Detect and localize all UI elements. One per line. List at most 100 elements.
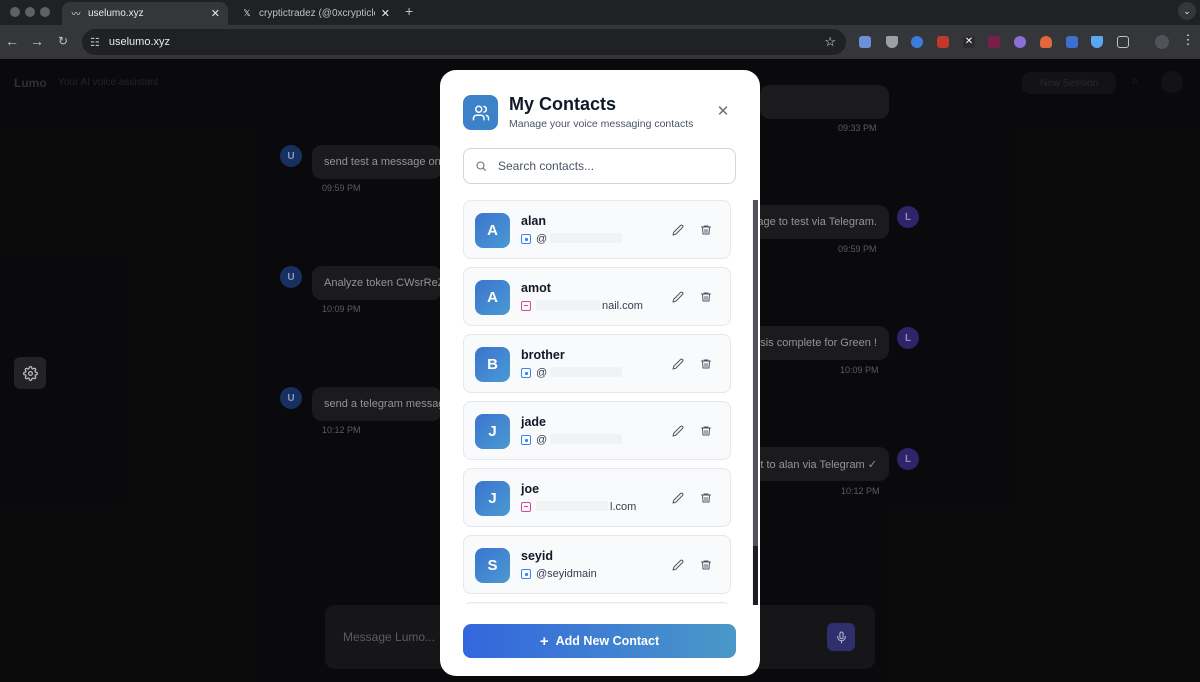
translate-extension-icon[interactable] <box>859 36 871 48</box>
delete-contact-button[interactable] <box>698 490 714 506</box>
contact-card[interactable]: A alan @ <box>463 200 731 259</box>
profile-avatar[interactable] <box>1155 35 1169 49</box>
contacts-header-icon <box>463 95 498 130</box>
contact-card[interactable]: S seyid @seyidmain <box>463 535 731 594</box>
contacts-list: A alan @ A amot nail.com B brother @ J j… <box>463 200 737 604</box>
delete-contact-button[interactable] <box>698 356 714 372</box>
grid-extension-icon[interactable] <box>1066 36 1078 48</box>
site-settings-icon[interactable]: ☷ <box>90 36 100 49</box>
globe-extension-icon[interactable] <box>911 36 923 48</box>
tab-title: uselumo.xyz <box>88 8 144 19</box>
browser-menu-icon[interactable]: ⋮ <box>1180 32 1196 48</box>
edit-contact-button[interactable] <box>670 222 686 238</box>
back-arrow-icon[interactable]: ← <box>4 33 20 49</box>
wallet-extension-icon[interactable] <box>1014 36 1026 48</box>
window-zoom-dot[interactable] <box>40 7 50 17</box>
contact-avatar: J <box>475 481 510 516</box>
edit-contact-button[interactable] <box>670 557 686 573</box>
hex-extension-icon[interactable] <box>988 36 1000 48</box>
lock-extension-icon[interactable] <box>937 36 949 48</box>
email-icon <box>521 301 531 311</box>
add-new-contact-button[interactable]: + Add New Contact <box>463 624 736 658</box>
search-box[interactable] <box>463 148 736 184</box>
trash-icon <box>701 493 711 503</box>
redacted-text <box>550 233 623 243</box>
plus-icon: + <box>539 632 549 650</box>
pencil-icon <box>672 425 684 437</box>
contact-card[interactable]: A amot nail.com <box>463 267 731 326</box>
contact-handle: @ <box>536 233 623 245</box>
contact-avatar: B <box>475 347 510 382</box>
pencil-icon <box>672 492 684 504</box>
tab-cryptictradez[interactable]: 𝕏 cryptictradez (@0xcrypticlod ✕ <box>233 2 398 25</box>
delete-contact-button[interactable] <box>698 423 714 439</box>
trash-icon <box>701 359 711 369</box>
contacts-scrollbar-thumb[interactable] <box>753 200 758 546</box>
contact-handle: @ <box>536 434 623 446</box>
pencil-icon <box>672 358 684 370</box>
contact-handle: @seyidmain <box>536 568 597 580</box>
edit-contact-button[interactable] <box>670 423 686 439</box>
contact-card[interactable]: J joe l.com <box>463 468 731 527</box>
edit-contact-button[interactable] <box>670 289 686 305</box>
redacted-text <box>550 434 623 444</box>
redacted-text <box>536 501 608 511</box>
contacts-modal: My Contacts Manage your voice messaging … <box>440 70 760 676</box>
contact-card[interactable]: B brother @ <box>463 334 731 393</box>
trash-icon <box>701 225 711 235</box>
users-icon <box>472 105 489 120</box>
contact-name: joe <box>521 482 540 496</box>
close-icon[interactable]: ✕ <box>716 103 730 121</box>
browser-toolbar: ← → ↻ ☷ uselumo.xyz ☆ ✕ ⋮ <box>0 25 1200 59</box>
contact-avatar: J <box>475 414 510 449</box>
contact-handle: nail.com <box>536 300 643 312</box>
contact-name: seyid <box>521 549 553 563</box>
contact-avatar: A <box>475 213 510 248</box>
tab-uselumo[interactable]: 〰 uselumo.xyz ✕ <box>62 2 228 25</box>
edit-contact-button[interactable] <box>670 490 686 506</box>
modal-subtitle: Manage your voice messaging contacts <box>509 118 694 130</box>
trash-icon <box>701 560 711 570</box>
bookmark-star-icon[interactable]: ☆ <box>824 34 836 50</box>
delete-contact-button[interactable] <box>698 557 714 573</box>
delete-contact-button[interactable] <box>698 222 714 238</box>
contact-card[interactable]: J jade @ <box>463 401 731 460</box>
address-url[interactable]: uselumo.xyz <box>109 36 824 48</box>
fox-extension-icon[interactable] <box>1040 36 1052 48</box>
pencil-icon <box>672 291 684 303</box>
shield-extension-icon[interactable] <box>886 36 898 48</box>
search-icon <box>476 161 487 172</box>
contact-name: alan <box>521 214 547 228</box>
diamond-extension-icon[interactable] <box>1091 36 1103 48</box>
redacted-text <box>536 300 600 310</box>
address-bar[interactable]: ☷ uselumo.xyz ☆ <box>82 29 846 55</box>
reload-icon[interactable]: ↻ <box>55 34 71 48</box>
contact-card[interactable] <box>463 602 731 604</box>
telegram-icon <box>521 435 531 445</box>
delete-contact-button[interactable] <box>698 289 714 305</box>
contact-avatar: A <box>475 280 510 315</box>
pencil-icon <box>672 559 684 571</box>
tab-search-chevron-icon[interactable]: ⌄ <box>1178 2 1196 20</box>
contact-avatar: S <box>475 548 510 583</box>
window-minimize-dot[interactable] <box>25 7 35 17</box>
redacted-text <box>550 367 623 377</box>
tab-close-icon[interactable]: ✕ <box>381 7 390 20</box>
contacts-scrollbar-lower <box>753 546 758 605</box>
contact-name: jade <box>521 415 547 429</box>
contact-handle: @ <box>536 367 623 379</box>
add-new-contact-label: Add New Contact <box>555 634 660 648</box>
puzzle-extensions-icon[interactable] <box>1117 36 1129 48</box>
search-contacts-input[interactable] <box>498 159 718 173</box>
contact-name: amot <box>521 281 551 295</box>
contact-handle: l.com <box>536 501 636 513</box>
new-tab-button[interactable]: + <box>405 3 413 19</box>
window-close-dot[interactable] <box>10 7 20 17</box>
forward-arrow-icon[interactable]: → <box>29 33 45 49</box>
edit-contact-button[interactable] <box>670 356 686 372</box>
pencil-icon <box>672 224 684 236</box>
tab-close-icon[interactable]: ✕ <box>211 7 220 20</box>
trash-icon <box>701 426 711 436</box>
tab-title: cryptictradez (@0xcrypticlod <box>259 8 375 19</box>
x-extension-icon[interactable]: ✕ <box>963 36 975 48</box>
